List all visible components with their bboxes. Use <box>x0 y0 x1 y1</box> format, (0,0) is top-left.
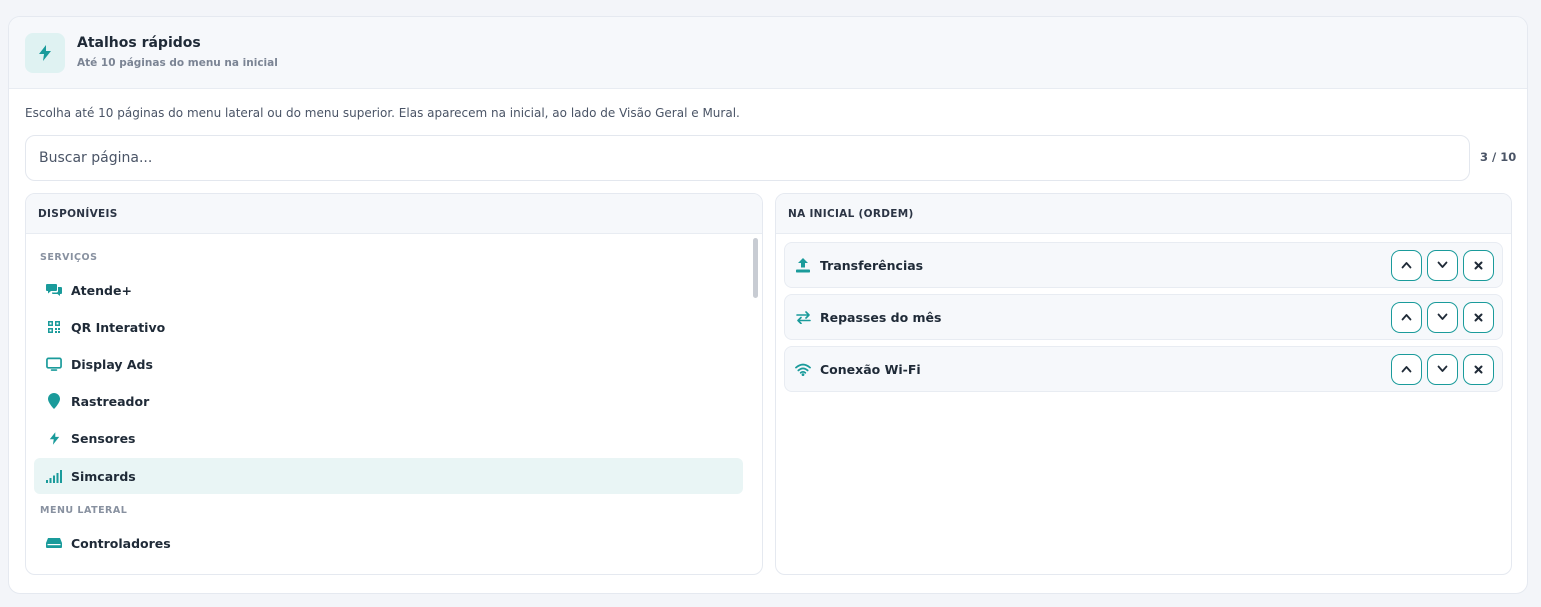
group-label-services: SERVIÇOS <box>40 252 98 263</box>
list-item-label: Simcards <box>71 468 136 484</box>
list-item-sensores[interactable]: Sensores <box>34 420 743 456</box>
list-item-rastreador[interactable]: Rastreador <box>34 383 743 419</box>
swap-icon <box>795 309 811 325</box>
selected-item-label: Repasses do mês <box>820 309 942 325</box>
remove-button[interactable] <box>1463 249 1494 281</box>
close-icon <box>1474 365 1483 373</box>
move-up-button[interactable] <box>1391 353 1422 385</box>
server-icon <box>46 535 62 551</box>
quick-shortcuts-card: Atalhos rápidos Até 10 páginas do menu n… <box>8 16 1528 594</box>
selected-item-transferencias: Transferências <box>784 242 1503 288</box>
list-item-label: Rastreador <box>71 393 150 409</box>
remove-button[interactable] <box>1463 353 1494 385</box>
move-up-button[interactable] <box>1391 249 1422 281</box>
list-item-atende[interactable]: Atende+ <box>34 272 743 308</box>
list-item-label: Sensores <box>71 430 136 446</box>
available-panel: DISPONÍVEIS SERVIÇOS Atende+ QR Interati… <box>25 193 763 575</box>
selected-panel: NA INICIAL (ORDEM) Transferências Repass… <box>775 193 1512 575</box>
move-down-button[interactable] <box>1427 301 1458 333</box>
remove-button[interactable] <box>1463 301 1494 333</box>
chevron-up-icon <box>1401 262 1412 269</box>
list-item-simcards[interactable]: Simcards <box>34 458 743 494</box>
list-item-label: QR Interativo <box>71 319 166 335</box>
bolt-icon <box>46 430 62 446</box>
chevron-down-icon <box>1437 261 1448 268</box>
card-subtitle: Até 10 páginas do menu na inicial <box>77 56 278 69</box>
move-up-button[interactable] <box>1391 301 1422 333</box>
chevron-up-icon <box>1401 314 1412 321</box>
selection-counter: 3 / 10 <box>1480 150 1517 164</box>
selected-item-wifi: Conexão Wi-Fi <box>784 346 1503 392</box>
chat-icon <box>46 282 62 298</box>
upload-icon <box>795 257 811 273</box>
location-pin-icon <box>46 393 62 409</box>
chevron-up-icon <box>1401 366 1412 373</box>
selected-item-label: Transferências <box>820 257 924 273</box>
selected-item-label: Conexão Wi-Fi <box>820 361 921 377</box>
close-icon <box>1474 313 1483 321</box>
search-input[interactable] <box>25 135 1470 181</box>
list-item-label: Controladores <box>71 535 171 551</box>
available-list[interactable]: SERVIÇOS Atende+ QR Interativo Display A… <box>26 234 762 574</box>
chevron-down-icon <box>1437 313 1448 320</box>
selected-panel-title: NA INICIAL (ORDEM) <box>776 194 1511 234</box>
list-item-label: Atende+ <box>71 282 132 298</box>
monitor-icon <box>46 356 62 372</box>
chevron-down-icon <box>1437 365 1448 372</box>
wifi-icon <box>795 361 811 377</box>
move-down-button[interactable] <box>1427 353 1458 385</box>
list-item-label: Display Ads <box>71 356 153 372</box>
card-header: Atalhos rápidos Até 10 páginas do menu n… <box>9 17 1527 89</box>
selected-item-repasses: Repasses do mês <box>784 294 1503 340</box>
move-down-button[interactable] <box>1427 249 1458 281</box>
card-title: Atalhos rápidos <box>77 34 201 51</box>
selected-list: Transferências Repasses do mês Conexão W… <box>776 234 1511 574</box>
available-panel-title: DISPONÍVEIS <box>26 194 762 234</box>
list-item-qr-interativo[interactable]: QR Interativo <box>34 309 743 345</box>
list-item-controladores[interactable]: Controladores <box>34 525 743 561</box>
list-item-display-ads[interactable]: Display Ads <box>34 346 743 382</box>
description-text: Escolha até 10 páginas do menu lateral o… <box>25 106 740 120</box>
close-icon <box>1474 261 1483 269</box>
bolt-icon <box>25 32 65 73</box>
list-scrollbar[interactable] <box>753 238 758 298</box>
signal-icon <box>46 468 62 484</box>
qr-icon <box>46 319 62 335</box>
group-label-side-menu: MENU LATERAL <box>40 505 128 516</box>
